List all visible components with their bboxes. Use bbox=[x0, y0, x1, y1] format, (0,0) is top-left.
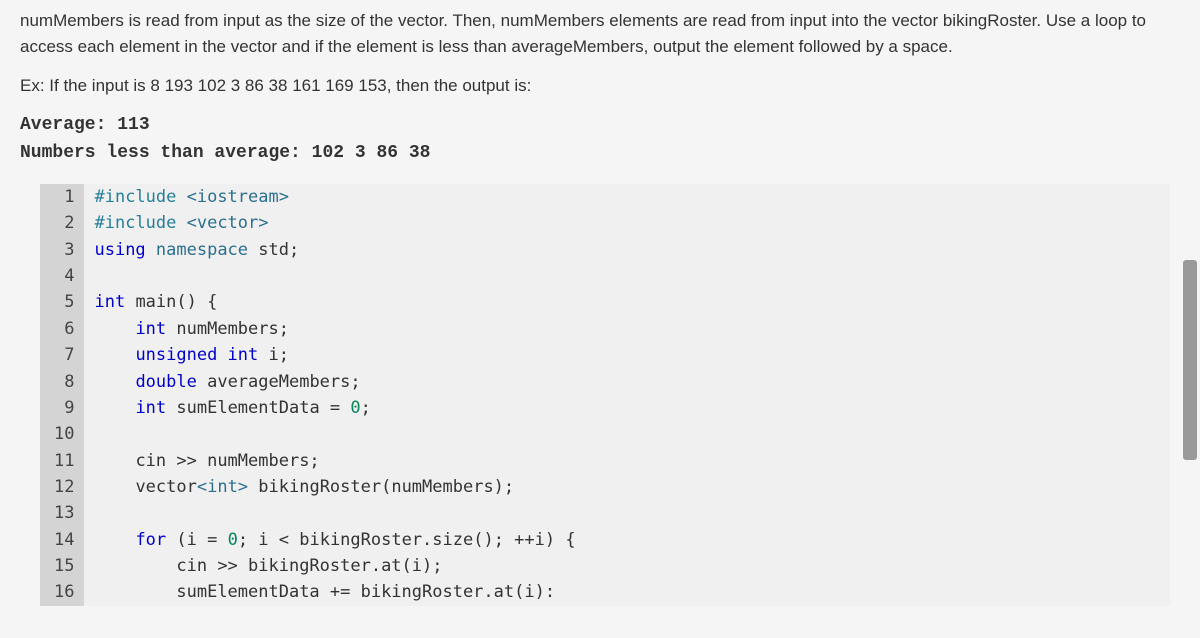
code-line: 6 int numMembers; bbox=[40, 316, 1170, 342]
line-number: 11 bbox=[40, 448, 84, 474]
line-number: 16 bbox=[40, 579, 84, 605]
code-line: 4 bbox=[40, 263, 1170, 289]
code-text[interactable]: unsigned int i; bbox=[84, 342, 1170, 368]
line-number: 13 bbox=[40, 500, 84, 526]
code-line: 14 for (i = 0; i < bikingRoster.size(); … bbox=[40, 527, 1170, 553]
output-line-2: Numbers less than average: 102 3 86 38 bbox=[20, 139, 1180, 168]
code-text[interactable]: vector<int> bikingRoster(numMembers); bbox=[84, 474, 1170, 500]
line-number: 2 bbox=[40, 210, 84, 236]
line-number: 14 bbox=[40, 527, 84, 553]
line-number: 5 bbox=[40, 289, 84, 315]
line-number: 15 bbox=[40, 553, 84, 579]
code-text[interactable]: double averageMembers; bbox=[84, 369, 1170, 395]
line-number: 7 bbox=[40, 342, 84, 368]
expected-output: Average: 113 Numbers less than average: … bbox=[20, 111, 1180, 169]
code-line: 7 unsigned int i; bbox=[40, 342, 1170, 368]
code-line: 5 int main() { bbox=[40, 289, 1170, 315]
code-text[interactable]: int sumElementData = 0; bbox=[84, 395, 1170, 421]
code-line: 9 int sumElementData = 0; bbox=[40, 395, 1170, 421]
code-text[interactable] bbox=[84, 500, 1170, 526]
code-line: 16 sumElementData += bikingRoster.at(i): bbox=[40, 579, 1170, 605]
code-text[interactable]: #include <iostream> bbox=[84, 184, 1170, 210]
code-text[interactable] bbox=[84, 421, 1170, 447]
line-number: 10 bbox=[40, 421, 84, 447]
code-text[interactable]: int main() { bbox=[84, 289, 1170, 315]
code-line: 2 #include <vector> bbox=[40, 210, 1170, 236]
code-text[interactable]: for (i = 0; i < bikingRoster.size(); ++i… bbox=[84, 527, 1170, 553]
problem-description: numMembers is read from input as the siz… bbox=[20, 8, 1180, 59]
code-line: 3 using namespace std; bbox=[40, 237, 1170, 263]
code-line: 1 #include <iostream> bbox=[40, 184, 1170, 210]
code-text[interactable]: #include <vector> bbox=[84, 210, 1170, 236]
line-number: 12 bbox=[40, 474, 84, 500]
line-number: 4 bbox=[40, 263, 84, 289]
code-text[interactable]: cin >> bikingRoster.at(i); bbox=[84, 553, 1170, 579]
code-text[interactable] bbox=[84, 263, 1170, 289]
code-line: 15 cin >> bikingRoster.at(i); bbox=[40, 553, 1170, 579]
code-line: 8 double averageMembers; bbox=[40, 369, 1170, 395]
line-number: 6 bbox=[40, 316, 84, 342]
code-text[interactable]: int numMembers; bbox=[84, 316, 1170, 342]
line-number: 3 bbox=[40, 237, 84, 263]
code-editor[interactable]: 1 #include <iostream> 2 #include <vector… bbox=[40, 184, 1170, 606]
line-number: 1 bbox=[40, 184, 84, 210]
code-text[interactable]: using namespace std; bbox=[84, 237, 1170, 263]
problem-paragraph: numMembers is read from input as the siz… bbox=[20, 11, 1146, 56]
code-line: 10 bbox=[40, 421, 1170, 447]
example-intro: Ex: If the input is 8 193 102 3 86 38 16… bbox=[20, 73, 1180, 99]
line-number: 8 bbox=[40, 369, 84, 395]
scrollbar-thumb[interactable] bbox=[1183, 260, 1197, 460]
code-line: 13 bbox=[40, 500, 1170, 526]
code-line: 12 vector<int> bikingRoster(numMembers); bbox=[40, 474, 1170, 500]
output-line-1: Average: 113 bbox=[20, 111, 1180, 140]
code-text[interactable]: cin >> numMembers; bbox=[84, 448, 1170, 474]
code-text[interactable]: sumElementData += bikingRoster.at(i): bbox=[84, 579, 1170, 605]
line-number: 9 bbox=[40, 395, 84, 421]
code-line: 11 cin >> numMembers; bbox=[40, 448, 1170, 474]
